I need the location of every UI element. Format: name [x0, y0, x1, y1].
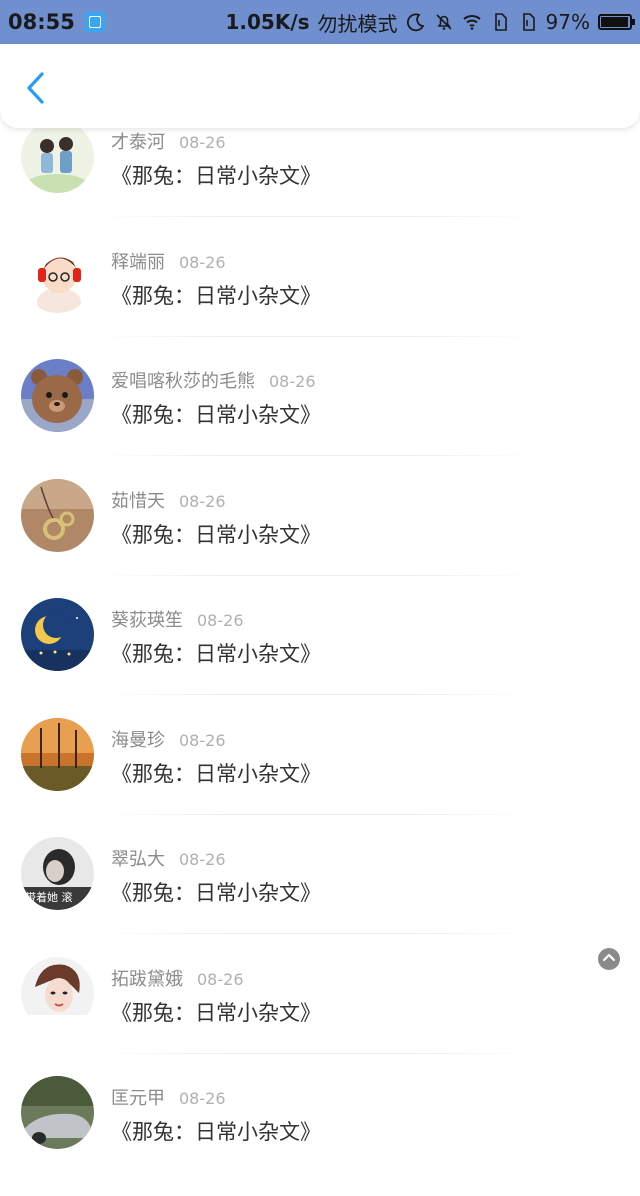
- avatar[interactable]: [21, 359, 94, 432]
- list-item[interactable]: 海曼珍 08-26 《那兔：日常小杂文》: [0, 717, 640, 838]
- author-line: 海曼珍 08-26: [111, 726, 226, 752]
- cartoon-headphones-avatar-image: [21, 239, 94, 313]
- author-line: 才泰河 08-26: [111, 128, 226, 154]
- network-speed: 1.05K/s: [225, 10, 310, 34]
- bw-photo-avatar-image: 带着她 滚: [21, 837, 94, 910]
- avatar-watermark-text: 带着她 滚: [25, 890, 73, 904]
- author-line: 匡元甲 08-26: [111, 1084, 226, 1110]
- item-title[interactable]: 《那兔：日常小杂文》: [111, 758, 321, 788]
- divider: [96, 933, 536, 934]
- comment-list: 才泰河 08-26 《那兔：日常小杂文》 释端丽 08-26 《那兔：日常小杂文》: [0, 120, 640, 1196]
- moon-icon: [406, 13, 424, 32]
- author-name[interactable]: 拓跋黛娥: [111, 969, 183, 990]
- item-title[interactable]: 《那兔：日常小杂文》: [111, 280, 321, 310]
- couple-avatar-image: [21, 120, 94, 193]
- bell-off-icon: [435, 14, 452, 30]
- author-line: 茹惜天 08-26: [111, 487, 226, 513]
- author-line: 翠弘大 08-26: [111, 845, 226, 871]
- sim-1-icon: [494, 13, 507, 31]
- wifi-icon: [462, 15, 481, 30]
- status-right: 1.05K/s 勿扰模式 97%: [225, 8, 635, 37]
- author-name[interactable]: 爱唱喀秋莎的毛熊: [111, 371, 255, 392]
- list-item[interactable]: 拓跋黛娥 08-26 《那兔：日常小杂文》: [0, 956, 640, 1077]
- list-item[interactable]: 葵荻瑛笙 08-26 《那兔：日常小杂文》: [0, 598, 640, 718]
- author-name[interactable]: 海曼珍: [111, 730, 165, 751]
- divider: [96, 335, 536, 337]
- scroll-top-button[interactable]: [598, 948, 620, 970]
- battery-percent: 97%: [545, 10, 590, 34]
- autumn-trees-avatar-image: [21, 717, 94, 791]
- do-not-disturb-label: 勿扰模式: [317, 11, 398, 36]
- post-date: 08-26: [179, 133, 226, 152]
- list-item[interactable]: 才泰河 08-26 《那兔：日常小杂文》: [0, 120, 640, 240]
- author-name[interactable]: 释端丽: [111, 252, 165, 273]
- avatar[interactable]: [21, 717, 94, 791]
- battery-icon: [598, 14, 635, 30]
- item-title[interactable]: 《那兔：日常小杂文》: [111, 519, 321, 549]
- list-item[interactable]: 爱唱喀秋莎的毛熊 08-26 《那兔：日常小杂文》: [0, 359, 640, 479]
- post-date: 08-26: [179, 850, 226, 869]
- battery-level: [601, 17, 629, 27]
- item-title[interactable]: 《那兔：日常小杂文》: [111, 399, 321, 429]
- divider: [96, 1052, 536, 1054]
- portrait-avatar-image: [21, 956, 94, 1030]
- rings-avatar-image: [21, 478, 94, 552]
- author-name[interactable]: 匡元甲: [111, 1088, 165, 1109]
- item-title[interactable]: 《那兔：日常小杂文》: [111, 638, 321, 668]
- list-item[interactable]: 释端丽 08-26 《那兔：日常小杂文》: [0, 239, 640, 360]
- item-title[interactable]: 《那兔：日常小杂文》: [111, 997, 321, 1027]
- post-date: 08-26: [269, 372, 316, 391]
- list-item[interactable]: 匡元甲 08-26 《那兔：日常小杂文》: [0, 1076, 640, 1196]
- author-line: 释端丽 08-26: [111, 248, 226, 274]
- post-date: 08-26: [179, 1089, 226, 1108]
- list-item[interactable]: 茹惜天 08-26 《那兔：日常小杂文》: [0, 478, 640, 599]
- moon-night-avatar-image: [21, 598, 94, 671]
- author-name[interactable]: 翠弘大: [111, 849, 165, 870]
- author-name[interactable]: 才泰河: [111, 132, 165, 153]
- car-avatar-image: [21, 1076, 94, 1149]
- avatar[interactable]: [21, 956, 94, 1030]
- post-date: 08-26: [179, 730, 226, 750]
- screenshot-icon: [84, 12, 105, 32]
- divider: [96, 574, 536, 576]
- author-line: 爱唱喀秋莎的毛熊 08-26: [111, 367, 316, 393]
- divider: [96, 694, 536, 695]
- chevron-up-icon: [602, 953, 616, 962]
- list-item[interactable]: 带着她 滚 翠弘大 08-26 《那兔：日常小杂文》: [0, 837, 640, 957]
- avatar[interactable]: 带着她 滚: [21, 837, 94, 910]
- status-bar: 08:55 1.05K/s 勿扰模式 97%: [0, 0, 640, 44]
- author-line: 拓跋黛娥 08-26: [111, 965, 244, 991]
- avatar[interactable]: [21, 239, 94, 313]
- divider: [96, 455, 536, 456]
- item-title[interactable]: 《那兔：日常小杂文》: [111, 160, 321, 190]
- top-navigation-bar: [0, 44, 640, 128]
- status-time: 08:55: [8, 10, 75, 34]
- post-date: 08-26: [197, 969, 244, 989]
- post-date: 08-26: [197, 611, 244, 630]
- item-title[interactable]: 《那兔：日常小杂文》: [111, 1116, 321, 1146]
- post-date: 08-26: [179, 252, 226, 272]
- back-button[interactable]: [18, 68, 52, 108]
- item-title[interactable]: 《那兔：日常小杂文》: [111, 877, 321, 907]
- bear-avatar-image: [21, 359, 94, 432]
- avatar[interactable]: [21, 478, 94, 552]
- avatar[interactable]: [21, 598, 94, 671]
- author-line: 葵荻瑛笙 08-26: [111, 606, 244, 632]
- divider: [96, 216, 536, 217]
- avatar[interactable]: [21, 120, 94, 193]
- author-name[interactable]: 葵荻瑛笙: [111, 610, 183, 631]
- divider: [96, 813, 536, 815]
- sim-2-icon: [522, 13, 535, 31]
- author-name[interactable]: 茹惜天: [111, 491, 165, 512]
- post-date: 08-26: [179, 491, 226, 511]
- avatar[interactable]: [21, 1076, 94, 1149]
- chevron-left-icon: [27, 72, 44, 104]
